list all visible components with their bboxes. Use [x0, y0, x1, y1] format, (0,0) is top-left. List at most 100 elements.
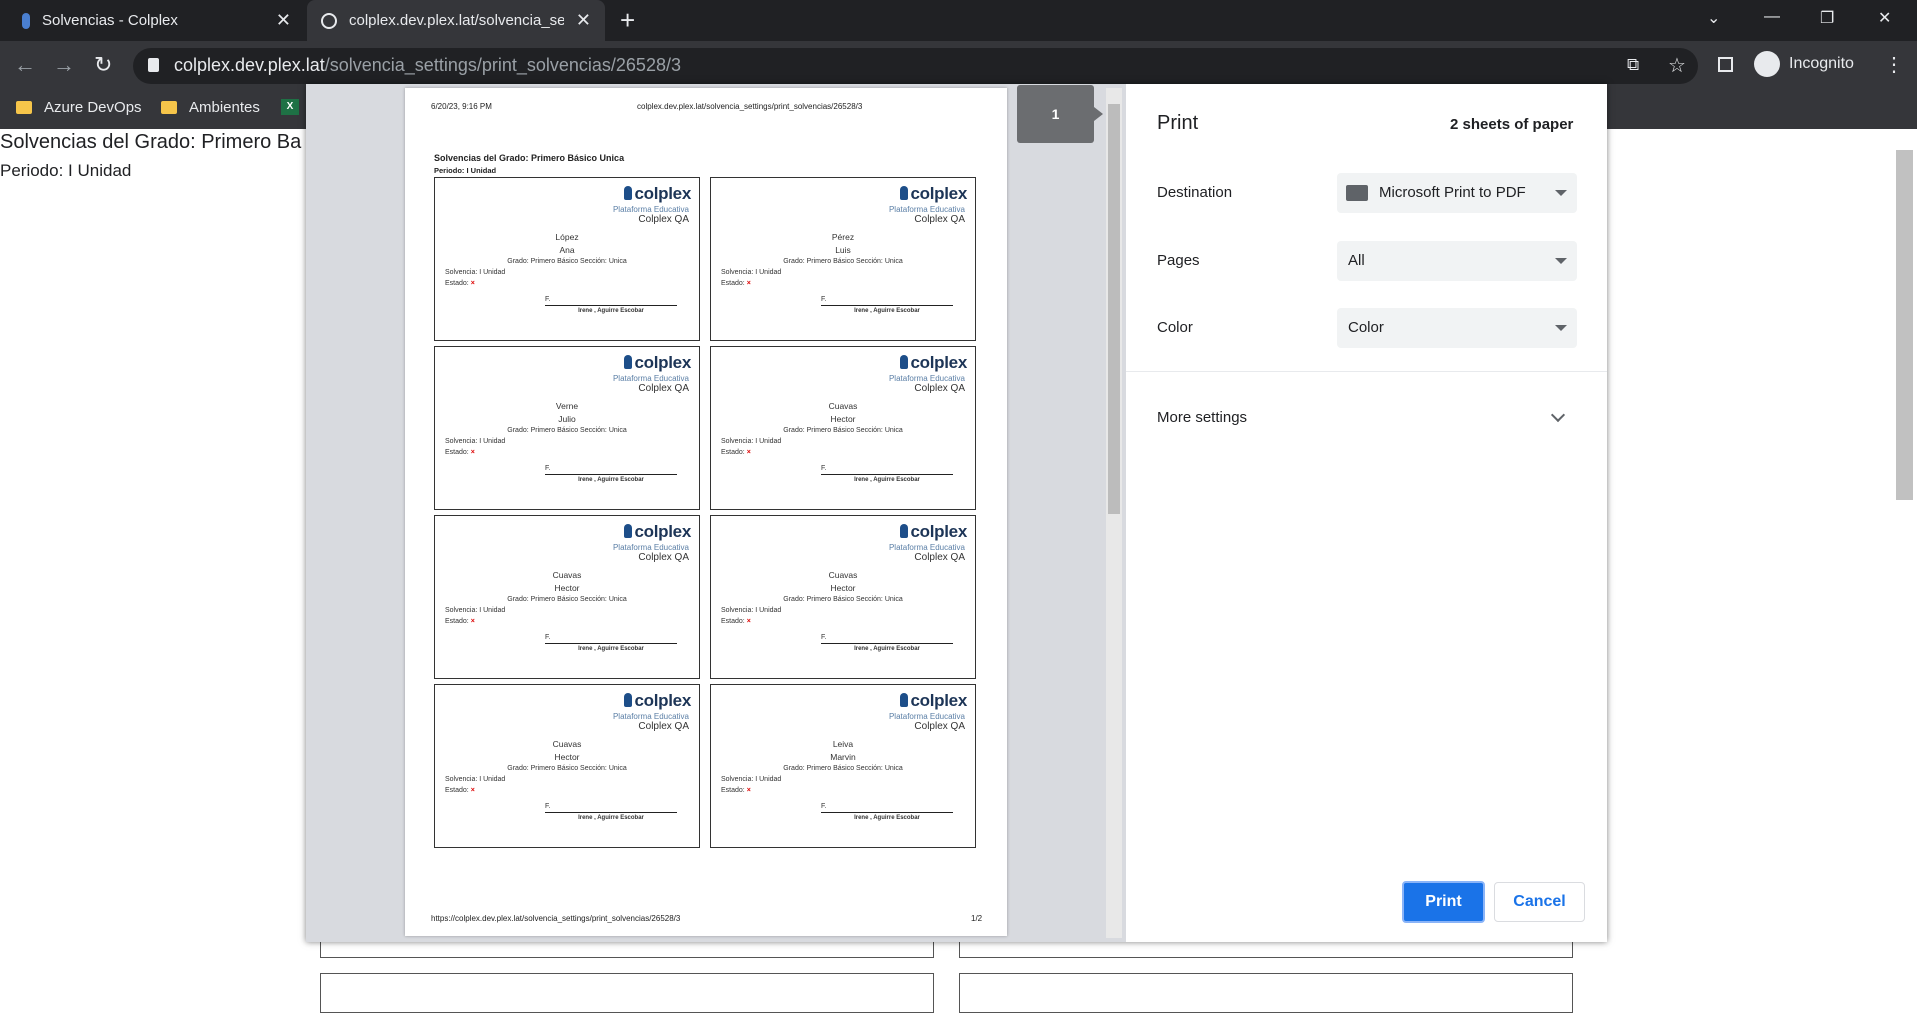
menu-icon[interactable]: ⋮ [1884, 52, 1904, 77]
window-close-icon[interactable]: ✕ [1878, 8, 1891, 28]
bookmark-ambientes[interactable]: Ambientes [161, 99, 260, 116]
card-org: Colplex QA [638, 721, 689, 732]
preview-footer-url: https://colplex.dev.plex.lat/solvencia_s… [431, 914, 681, 923]
card-firma: F. [821, 803, 827, 810]
card-first-name: Ana [559, 245, 575, 255]
bookmark-label: Ambientes [189, 99, 260, 116]
pages-select[interactable]: All [1337, 241, 1577, 281]
destination-select[interactable]: Microsoft Print to PDF [1337, 173, 1577, 213]
card-org: Colplex QA [914, 721, 965, 732]
signature-line [821, 305, 953, 306]
card-estado: Estado: × [721, 449, 751, 456]
bookmark-star-icon[interactable]: ☆ [1668, 53, 1686, 78]
card-tagline: Plataforma Educativa [888, 374, 965, 383]
card-signer: Irene , Aguirre Escobar [578, 477, 644, 483]
solvencia-card: colplex Plataforma Educativa Colplex QA Cua… [434, 515, 700, 679]
card-grado: Grado: Primero Básico Sección: Unica [783, 765, 903, 772]
card-last-name: Cuavas [552, 570, 582, 580]
card-grado: Grado: Primero Básico Sección: Unica [783, 258, 903, 265]
colplex-logo: colplex [623, 522, 692, 542]
url-text[interactable]: colplex.dev.plex.lat/solvencia_settings/… [174, 55, 681, 76]
signature-line [545, 305, 677, 306]
logo-text: colplex [910, 522, 968, 541]
lock-icon[interactable] [148, 58, 159, 72]
translate-icon[interactable]: ⧉ [1627, 55, 1639, 75]
incognito-label[interactable]: Incognito [1789, 55, 1854, 73]
close-tab-icon[interactable]: ✕ [576, 10, 591, 31]
incognito-icon [1754, 51, 1780, 77]
card-first-name: Hector [554, 583, 580, 593]
estado-label: Estado: [445, 787, 469, 794]
tab-print-solvencias[interactable]: colplex.dev.plex.lat/solvencia_settings/… [307, 0, 605, 41]
restore-icon[interactable]: ❐ [1820, 8, 1834, 28]
page-thumbnail[interactable]: 1 [1017, 85, 1103, 143]
card-solvencia: Solvencia: I Unidad [721, 776, 782, 783]
more-settings-toggle[interactable]: More settings [1157, 409, 1247, 426]
card-grado: Grado: Primero Básico Sección: Unica [783, 596, 903, 603]
card-last-name: Pérez [831, 232, 855, 242]
folder-icon [16, 101, 32, 114]
preview-scroll-thumb[interactable] [1108, 104, 1120, 514]
forward-icon[interactable]: → [53, 52, 75, 78]
cancel-button[interactable]: Cancel [1494, 882, 1585, 922]
signature-line [545, 643, 677, 644]
estado-label: Estado: [445, 449, 469, 456]
card-tagline: Plataforma Educativa [888, 543, 965, 552]
url-host: colplex.dev.plex.lat [174, 55, 325, 75]
preview-footer-page: 1/2 [971, 914, 983, 923]
back-icon[interactable]: ← [14, 52, 36, 78]
card-estado: Estado: × [721, 280, 751, 287]
color-select[interactable]: Color [1337, 308, 1577, 348]
card-last-name: López [555, 232, 579, 242]
card-tagline: Plataforma Educativa [612, 543, 689, 552]
estado-label: Estado: [445, 280, 469, 287]
colplex-logo-icon [623, 524, 632, 538]
logo-text: colplex [634, 522, 692, 541]
url-path: /solvencia_settings/print_solvencias/265… [324, 55, 681, 75]
minimize-icon[interactable]: — [1764, 8, 1780, 26]
close-tab-icon[interactable]: ✕ [276, 10, 291, 31]
destination-label: Destination [1157, 184, 1233, 201]
page-title: Solvencias del Grado: Primero Ba [0, 131, 302, 153]
side-panel-icon[interactable] [1718, 57, 1733, 72]
estado-label: Estado: [445, 618, 469, 625]
card-first-name: Hector [554, 752, 580, 762]
card-solvencia: Solvencia: I Unidad [445, 269, 506, 276]
colplex-logo: colplex [899, 691, 967, 711]
card-solvencia: Solvencia: I Unidad [721, 269, 782, 276]
bookmark-azure-devops[interactable]: Azure DevOps [16, 99, 142, 116]
logo-text: colplex [910, 353, 968, 372]
bg-card [320, 973, 934, 1013]
estado-x-icon: × [746, 449, 751, 456]
card-signer: Irene , Aguirre Escobar [578, 815, 644, 821]
card-firma: F. [545, 296, 551, 303]
card-org: Colplex QA [638, 383, 689, 394]
card-firma: F. [545, 465, 551, 472]
colplex-logo-icon [623, 186, 632, 200]
excel-icon[interactable]: X [281, 99, 299, 115]
dropdown-caret-icon [1555, 325, 1567, 331]
new-tab-icon[interactable]: + [620, 6, 635, 34]
solvencia-card: colplex Plataforma Educativa Colplex QA Pér… [710, 177, 976, 341]
tab-search-icon[interactable]: ⌄ [1707, 8, 1720, 28]
solvencia-card: colplex Plataforma Educativa Colplex QA Ver… [434, 346, 700, 510]
card-signer: Irene , Aguirre Escobar [854, 477, 920, 483]
preview-doc-periodo: Periodo: I Unidad [434, 166, 497, 175]
preview-header-date: 6/20/23, 9:16 PM [431, 102, 492, 111]
card-signer: Irene , Aguirre Escobar [854, 646, 920, 652]
tab-solvencias[interactable]: Solvencias - Colplex ✕ [0, 0, 305, 41]
card-last-name: Leiva [832, 739, 854, 749]
estado-x-icon: × [470, 787, 475, 794]
page-scrollbar[interactable] [1896, 150, 1913, 500]
colplex-logo: colplex [623, 184, 692, 204]
card-org: Colplex QA [914, 214, 965, 225]
card-signer: Irene , Aguirre Escobar [578, 646, 644, 652]
signature-line [545, 812, 677, 813]
logo-text: colplex [634, 184, 692, 203]
card-solvencia: Solvencia: I Unidad [445, 776, 506, 783]
tab-title: Solvencias - Colplex [42, 12, 178, 29]
bg-card [959, 973, 1573, 1013]
print-button[interactable]: Print [1402, 881, 1485, 923]
reload-icon[interactable]: ↻ [94, 52, 112, 78]
preview-page: 6/20/23, 9:16 PM colplex.dev.plex.lat/so… [405, 88, 1007, 936]
